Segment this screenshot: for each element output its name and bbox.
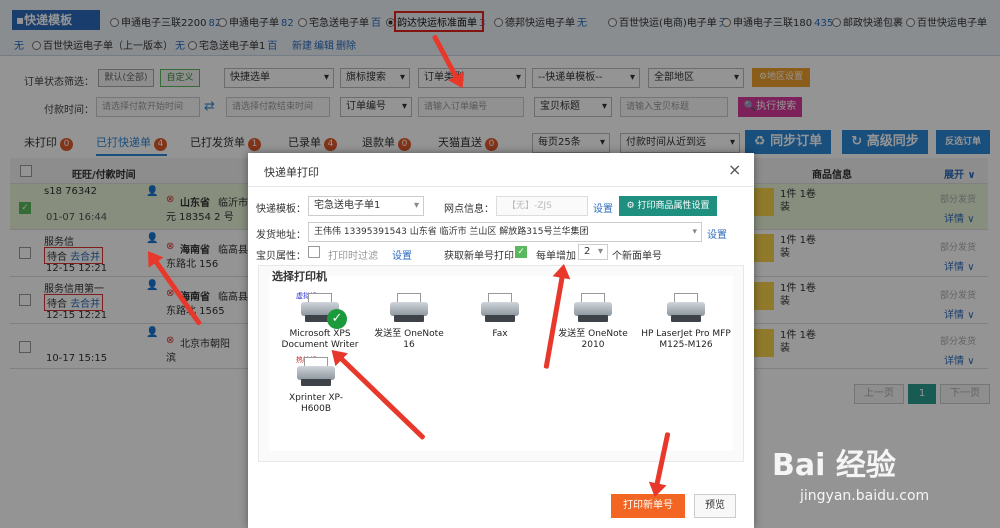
print-attr-settings-button[interactable]: ⚙ 打印商品属性设置 bbox=[619, 196, 717, 216]
printer-icon bbox=[479, 293, 521, 325]
printer-onenote16[interactable]: 发送至 OneNote 16 bbox=[368, 293, 450, 351]
sender-label: 发货地址： bbox=[256, 230, 306, 241]
check-icon: ✓ bbox=[327, 309, 347, 329]
watermark-url: jingyan.baidu.com bbox=[800, 488, 930, 504]
printer-onenote2010[interactable]: 发送至 OneNote 2010 bbox=[550, 293, 636, 351]
printer-icon bbox=[572, 293, 614, 325]
site-label: 网点信息： bbox=[444, 204, 494, 215]
sender-settings-link[interactable]: 设置 bbox=[707, 226, 727, 241]
choose-printer-title: 选择打印机 bbox=[272, 270, 327, 283]
get-new-number-label: 获取新单号打印 bbox=[444, 251, 514, 262]
attr-checkbox[interactable] bbox=[308, 246, 320, 258]
gear-icon: ⚙ bbox=[626, 201, 638, 211]
watermark-logo: Bai 经验 bbox=[772, 448, 896, 483]
printer-fax[interactable]: Fax bbox=[468, 293, 532, 340]
attr-settings-link[interactable]: 设置 bbox=[392, 247, 412, 262]
filter-on-print-label: 打印时过滤 bbox=[328, 251, 378, 262]
printer-xprinter[interactable]: 热敏机 Xprinter XP-H600B bbox=[278, 356, 354, 415]
attr-label: 宝贝属性： bbox=[256, 251, 306, 262]
template-label: 快递模板： bbox=[256, 204, 306, 215]
printer-icon bbox=[665, 293, 707, 325]
print-dialog: 快递单打印 × 快递模板： 宅急送电子单1 网点信息： 【无】-ZJS 设置 ⚙… bbox=[248, 153, 754, 528]
dialog-header bbox=[248, 153, 754, 187]
printer-icon: ✓ bbox=[299, 293, 347, 329]
close-icon[interactable]: × bbox=[728, 160, 741, 179]
site-input[interactable]: 【无】-ZJS bbox=[496, 196, 588, 216]
per-order-label: 每单增加 bbox=[536, 251, 576, 262]
dialog-title: 快递单打印 bbox=[264, 166, 319, 179]
print-new-number-button[interactable]: 打印新单号 bbox=[611, 494, 685, 518]
preview-button[interactable]: 预览 bbox=[694, 494, 736, 518]
get-new-number-checkbox[interactable]: ✓ bbox=[515, 246, 527, 258]
printer-icon bbox=[388, 293, 430, 325]
per-order-dropdown[interactable]: 2 bbox=[578, 244, 608, 260]
site-settings-link[interactable]: 设置 bbox=[593, 200, 613, 215]
printer-hp[interactable]: HP LaserJet Pro MFP M125-M126 bbox=[640, 293, 732, 351]
template-dropdown[interactable]: 宅急送电子单1 bbox=[308, 196, 424, 216]
per-order-suffix: 个新面单号 bbox=[612, 251, 662, 262]
printer-xps[interactable]: 虚拟机 ✓ Microsoft XPS Document Writer bbox=[278, 292, 362, 351]
sender-address-dropdown[interactable]: 王伟伟 13395391543 山东省 临沂市 兰山区 解放路315号兰华集团 bbox=[308, 222, 702, 242]
